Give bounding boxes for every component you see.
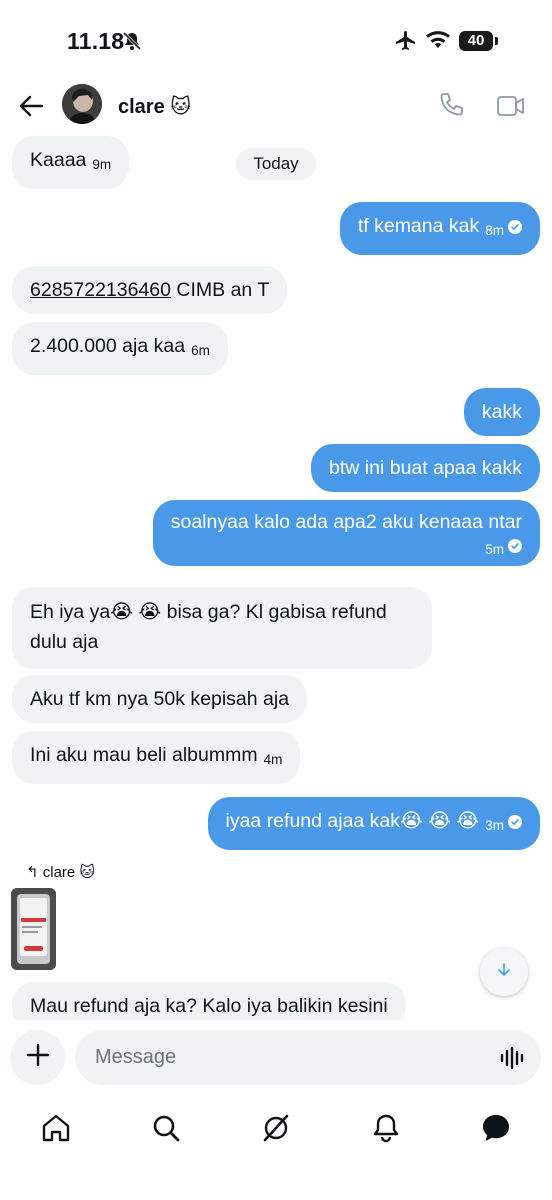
add-attachment-button[interactable] <box>10 1030 65 1085</box>
battery-indicator: 40 <box>459 31 493 51</box>
airplane-icon <box>394 29 418 58</box>
phone-call-icon[interactable] <box>438 92 464 123</box>
contact-name[interactable]: clare 🐱 <box>118 94 191 119</box>
message-text: CIMB an T <box>171 279 270 301</box>
message-incoming[interactable]: Kaaaa 9m <box>12 136 130 189</box>
message-text: kakk <box>481 401 522 423</box>
replied-image-thumbnail[interactable] <box>11 888 56 970</box>
message-input[interactable] <box>75 1030 541 1085</box>
phone-number-link[interactable]: 6285722136460 <box>30 279 171 301</box>
message-incoming[interactable]: Eh iya ya😭 😭 bisa ga? Kl gabisa refund d… <box>12 587 432 669</box>
message-text: Mau refund aja ka? Kalo iya balikin kesi… <box>30 995 388 1017</box>
message-text: Ini aku mau beli albummm <box>30 744 258 766</box>
message-outgoing[interactable]: btw ini buat apaa kakk <box>311 444 540 492</box>
bottom-navigation <box>0 1096 552 1200</box>
message-incoming[interactable]: Aku tf km nya 50k kepisah aja <box>12 675 308 723</box>
message-text: 2.400.000 aja kaa <box>30 335 186 357</box>
message-time: 9m <box>92 157 112 172</box>
read-receipt-icon <box>508 815 522 829</box>
home-icon[interactable] <box>40 1112 72 1144</box>
message-text: soalnyaa kalo ada apa2 aku kenaaa ntar <box>170 511 522 533</box>
message-time: 5m <box>485 542 504 557</box>
message-list[interactable]: Kaaaa 9m Today tf kemana kak 8m 6285722136… <box>0 136 552 1020</box>
date-separator: Today <box>236 148 316 180</box>
arrow-down-icon <box>496 962 512 983</box>
battery-tip <box>495 37 498 45</box>
back-arrow-icon[interactable] <box>18 93 44 119</box>
avatar[interactable] <box>62 84 102 124</box>
messages-icon[interactable] <box>480 1112 512 1144</box>
message-time: 6m <box>191 343 210 358</box>
video-call-icon[interactable] <box>496 94 526 123</box>
plus-icon <box>26 1043 50 1072</box>
notifications-icon[interactable] <box>370 1112 402 1144</box>
message-time: 4m <box>263 752 283 767</box>
message-text: Kaaaa <box>30 149 87 171</box>
message-incoming[interactable]: Ini aku mau beli albummm 4m <box>12 731 301 784</box>
message-text-line: dulu aja <box>30 631 99 653</box>
wifi-icon <box>425 30 451 55</box>
status-bar: 11.18 40 <box>0 0 552 80</box>
reply-author: clare 🐱 <box>42 864 96 881</box>
message-text: Aku tf km nya 50k kepisah aja <box>30 688 290 710</box>
message-incoming[interactable]: 2.400.000 aja kaa 6m <box>12 322 228 375</box>
message-composer <box>0 1020 552 1096</box>
conversation-header: clare 🐱 <box>0 80 552 136</box>
message-incoming[interactable]: 6285722136460 CIMB an T <box>12 266 288 314</box>
read-receipt-icon <box>508 539 522 553</box>
message-incoming[interactable]: Mau refund aja ka? Kalo iya balikin kesi… <box>12 982 406 1020</box>
reply-arrow-icon: ↰ <box>26 864 39 881</box>
message-outgoing[interactable]: kakk <box>463 388 540 436</box>
search-icon[interactable] <box>150 1112 182 1144</box>
voice-message-icon[interactable] <box>500 1046 526 1075</box>
grok-icon[interactable] <box>260 1112 292 1144</box>
message-text-line: Eh iya ya😭 😭 bisa ga? Kl gabisa refund <box>30 601 387 623</box>
message-outgoing[interactable]: soalnyaa kalo ada apa2 aku kenaaa ntar 5… <box>152 500 540 566</box>
reply-indicator: ↰ clare 🐱 <box>26 863 95 881</box>
status-time: 11.18 <box>67 28 125 54</box>
message-text: iyaa refund ajaa kak😭 😭 😭 <box>225 810 480 832</box>
message-time: 8m <box>485 223 504 238</box>
message-outgoing[interactable]: tf kemana kak 8m <box>339 202 540 255</box>
bell-off-icon <box>122 31 142 56</box>
message-text: tf kemana kak <box>357 215 480 237</box>
message-outgoing[interactable]: iyaa refund ajaa kak😭 😭 😭 3m <box>207 797 540 850</box>
read-receipt-icon <box>508 220 522 234</box>
message-text: btw ini buat apaa kakk <box>329 457 522 479</box>
message-time: 3m <box>485 818 504 833</box>
scroll-to-bottom-button[interactable] <box>480 948 528 996</box>
